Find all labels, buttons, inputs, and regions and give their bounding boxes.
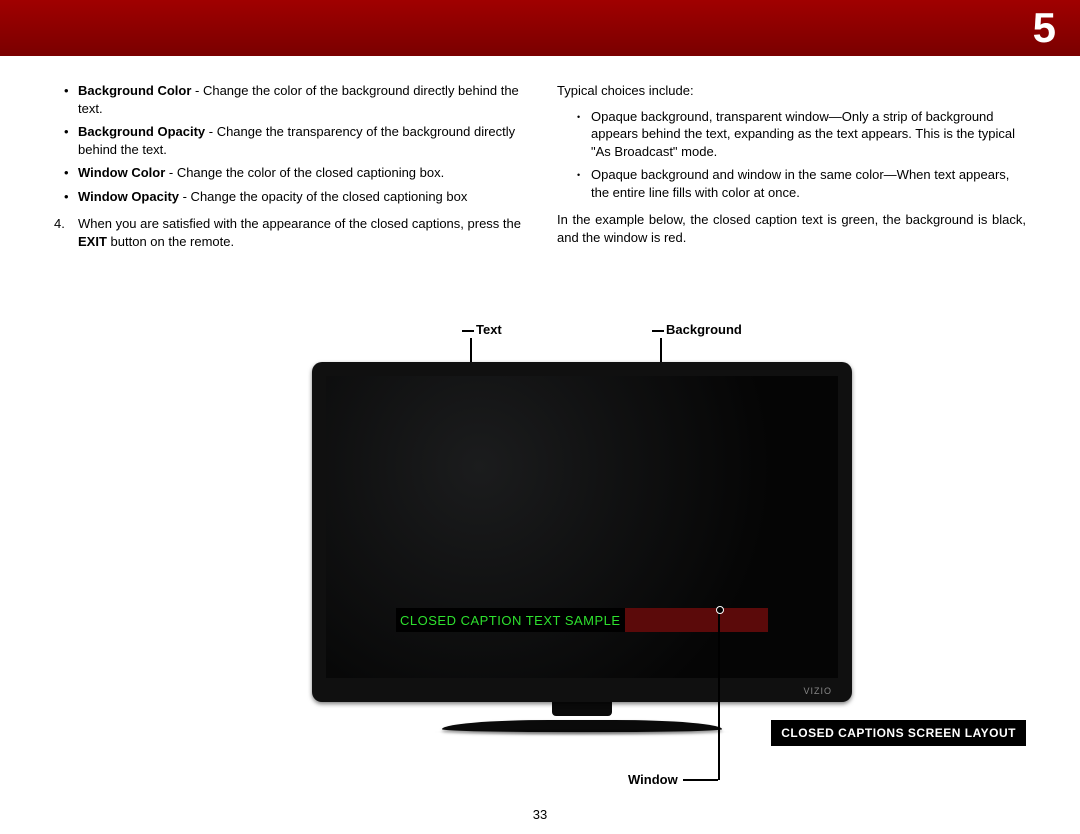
tv-diagram: Text Background CLOSED CAPTION TEXT SAMP… bbox=[234, 322, 914, 822]
chapter-number: 5 bbox=[1033, 4, 1056, 52]
callout-text: Text bbox=[476, 322, 502, 337]
tv-brand: VIZIO bbox=[803, 686, 832, 696]
page-number: 33 bbox=[0, 807, 1080, 822]
chapter-header: 5 bbox=[0, 0, 1080, 56]
left-column: •Background Color - Change the color of … bbox=[54, 82, 523, 254]
figure-caption: CLOSED CAPTIONS SCREEN LAYOUT bbox=[771, 720, 1026, 746]
tv-illustration: CLOSED CAPTION TEXT SAMPLE VIZIO bbox=[312, 362, 852, 736]
cc-background: CLOSED CAPTION TEXT SAMPLE bbox=[396, 608, 625, 632]
callout-background: Background bbox=[666, 322, 742, 337]
cc-text: CLOSED CAPTION TEXT SAMPLE bbox=[400, 613, 621, 628]
callout-window: Window bbox=[628, 772, 678, 787]
right-column: Typical choices include: •Opaque backgro… bbox=[557, 82, 1026, 254]
